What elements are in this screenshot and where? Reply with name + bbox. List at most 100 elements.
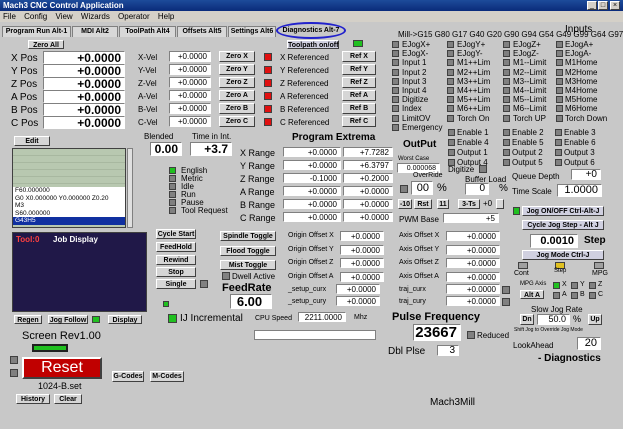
tab-settings[interactable]: Settings Alt6 xyxy=(228,26,276,37)
tab-offsets[interactable]: Offsets Alt5 xyxy=(177,26,227,37)
menu-file[interactable]: File xyxy=(3,12,16,21)
axis-vel-label: X-Vel xyxy=(138,53,158,62)
history-button[interactable]: History xyxy=(16,394,50,404)
axis-referenced-led xyxy=(264,105,272,113)
signal-label: Torch Down xyxy=(565,113,608,123)
enable-output-label: Output 5 xyxy=(512,158,543,167)
cycle-start-button[interactable]: Cycle Start xyxy=(156,229,196,239)
tab-diagnostics[interactable]: Diagnostics Alt-7 xyxy=(276,22,346,39)
setup-curx-value: +0.0000 xyxy=(336,284,380,294)
rewind-button[interactable]: Rewind xyxy=(156,255,196,265)
menu-config[interactable]: Config xyxy=(24,12,47,21)
feedhold-button[interactable]: FeedHold xyxy=(156,242,196,252)
override-minus10-button[interactable]: -10 xyxy=(398,199,412,209)
signal-led xyxy=(556,77,563,85)
ref-axis-button[interactable]: Ref C xyxy=(342,116,376,127)
maximize-button[interactable]: □ xyxy=(598,1,608,10)
spindle-toggle-button[interactable]: Spindle Toggle xyxy=(220,231,276,241)
mpg-axis-led xyxy=(553,282,560,289)
three-ts-button[interactable]: 3-Ts xyxy=(458,199,480,209)
gcode-line: M3 xyxy=(15,202,25,209)
ref-axis-button[interactable]: Ref Y xyxy=(342,64,376,75)
zero-axis-button[interactable]: Zero Z xyxy=(219,77,255,88)
menu-wizards[interactable]: Wizards xyxy=(81,12,110,21)
cycle-jog-step-button[interactable]: Cycle Jog Step - Alt J xyxy=(522,220,604,230)
alt-a-button[interactable]: Alt A xyxy=(520,290,544,299)
inputs-title: Inputs xyxy=(565,24,593,35)
gcode-listing-dots xyxy=(13,149,125,187)
dwell-active-led xyxy=(222,272,230,280)
zero-all-button[interactable]: Zero All xyxy=(28,40,64,49)
slow-jog-down-button[interactable]: Dn xyxy=(520,314,534,325)
zero-axis-button[interactable]: Zero Y xyxy=(219,64,255,75)
enable-output-led xyxy=(503,149,510,156)
jog-onoff-button[interactable]: Jog ON/OFF Ctrl-Alt-J xyxy=(522,206,604,216)
menu-help[interactable]: Help xyxy=(158,12,174,21)
zero-axis-button[interactable]: Zero A xyxy=(219,90,255,101)
signal-led xyxy=(556,41,563,48)
regen-button[interactable]: Regen xyxy=(14,315,42,324)
mist-toggle-button[interactable]: Mist Toggle xyxy=(220,260,276,270)
ref-axis-button[interactable]: Ref A xyxy=(342,90,376,101)
signal-label: M4--Limit xyxy=(513,86,547,95)
toolpath-display[interactable]: Tool:0 Job Display xyxy=(12,232,147,312)
ref-axis-button[interactable]: Ref X xyxy=(342,51,376,62)
cont-led xyxy=(518,262,528,269)
override-11-button[interactable]: 11 xyxy=(437,199,449,209)
display-button[interactable]: Display xyxy=(108,315,142,324)
mpg-axis-label: Z xyxy=(598,281,603,288)
gcode-listing[interactable]: F60.000000 G0 X0.000000 Y0.000000 Z0.20 … xyxy=(12,148,126,228)
ref-axis-button[interactable]: Ref B xyxy=(342,103,376,114)
signal-led xyxy=(392,105,399,113)
enable-output-led xyxy=(503,139,510,146)
slow-jog-value: 50.0 xyxy=(537,314,570,325)
zero-axis-button[interactable]: Zero B xyxy=(219,103,255,114)
mpg-led xyxy=(594,262,604,269)
zero-axis-button[interactable]: Zero X xyxy=(219,51,255,62)
pulse-frequency-label: Pulse Frequency xyxy=(392,311,481,323)
small-green-led xyxy=(163,301,169,307)
time-scale-value: 1.0000 xyxy=(557,184,602,197)
jog-follow-button[interactable]: Jog Follow xyxy=(48,315,88,324)
signal-label: M4++Lim xyxy=(457,86,491,95)
signal-label: Input 4 xyxy=(402,86,427,95)
reset-button[interactable]: Reset xyxy=(22,357,102,379)
zero-axis-button[interactable]: Zero C xyxy=(219,116,255,127)
dwell-active-label: Dwell Active xyxy=(232,272,276,281)
override-led xyxy=(400,185,408,193)
range-max-value: +6.3797 xyxy=(343,160,393,170)
gcodes-button[interactable]: G-Codes xyxy=(112,371,144,382)
enable-output-label: Enable 1 xyxy=(457,128,489,137)
axis-offset-value: +0.0000 xyxy=(446,271,500,282)
minimize-button[interactable]: _ xyxy=(587,1,597,10)
menu-operator[interactable]: Operator xyxy=(118,12,150,21)
slow-jog-up-button[interactable]: Up xyxy=(588,314,602,325)
origin-offset-label: Origin Offset Z xyxy=(288,259,334,266)
signal-led xyxy=(556,114,563,122)
signal-led xyxy=(447,59,454,67)
ref-axis-button[interactable]: Ref Z xyxy=(342,77,376,88)
close-button[interactable]: × xyxy=(610,1,620,10)
signal-led xyxy=(447,96,454,104)
gcode-scrollbar[interactable] xyxy=(127,148,133,228)
override-reset-button[interactable]: Rst xyxy=(414,199,432,209)
enable-output-led xyxy=(555,129,562,136)
tab-toolpath[interactable]: ToolPath Alt4 xyxy=(119,26,176,37)
flood-toggle-button[interactable]: Flood Toggle xyxy=(220,246,276,256)
jog-mode-button[interactable]: Jog Mode Ctrl-J xyxy=(522,250,604,260)
menu-view[interactable]: View xyxy=(55,12,72,21)
axis-offset-label: Axis Offset A xyxy=(399,272,439,280)
toolpath-led xyxy=(353,40,363,47)
edit-button[interactable]: Edit xyxy=(14,136,50,146)
tab-program-run[interactable]: Program Run Alt-1 xyxy=(2,26,71,37)
stop-button[interactable]: Stop xyxy=(156,267,196,277)
toolpath-onoff-button[interactable]: Toolpath on/off xyxy=(287,40,339,49)
range-max-value: +0.0000 xyxy=(343,199,393,209)
mcodes-button[interactable]: M-Codes xyxy=(150,371,184,382)
tab-mdi[interactable]: MDI Alt2 xyxy=(72,26,118,37)
clear-button[interactable]: Clear xyxy=(54,394,82,404)
mpg-axis-label: MPG Axis xyxy=(520,281,547,287)
three-ts-up-button[interactable] xyxy=(496,199,504,209)
single-button[interactable]: Single xyxy=(156,279,196,289)
job-display-title: Job Display xyxy=(53,235,98,244)
